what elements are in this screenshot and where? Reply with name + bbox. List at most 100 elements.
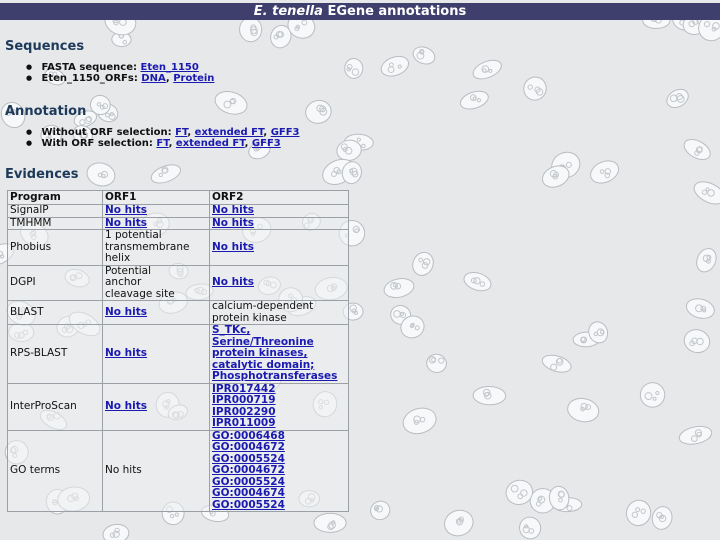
cell-blob <box>402 407 437 435</box>
orf2-link[interactable]: S_TKc, <box>212 324 346 337</box>
program-cell: Phobius <box>7 229 103 266</box>
column-header-orf2: ORF2 <box>209 190 349 205</box>
cell-blob <box>696 248 717 273</box>
cell-blob <box>625 499 652 527</box>
orf2-link[interactable]: IPR000719 <box>212 394 346 407</box>
cell-blob <box>567 397 600 423</box>
orf1-text: 1 potential <box>105 229 162 241</box>
cell-blob <box>344 57 364 79</box>
orf2-link[interactable]: No hits <box>212 217 346 230</box>
table-header-row: Program ORF1 ORF2 <box>7 190 349 205</box>
list-item: Eten_1150_ORFs: DNA, Protein <box>26 73 214 84</box>
orf2-text: protein kinase <box>212 311 287 324</box>
without-orf-ft-link[interactable]: FT <box>175 127 187 138</box>
cell-blob <box>678 425 713 445</box>
cell-blob <box>412 46 436 65</box>
orf2-cell: calcium-dependent protein kinase <box>209 300 349 325</box>
orf2-cell: No hits <box>209 216 349 230</box>
orf1-text: helix <box>105 252 131 264</box>
orf2-cell: No hits <box>209 229 349 266</box>
program-cell: TMHMM <box>7 216 103 230</box>
cell-blob <box>383 278 415 299</box>
cell-blob <box>685 298 715 319</box>
page-title-bar: E. tenella EGene annotations <box>0 3 720 20</box>
orf1-link[interactable]: No hits <box>105 204 207 217</box>
table-row: BLAST No hits calcium-dependent protein kin… <box>7 300 349 325</box>
orf2-link[interactable]: IPR011009 <box>212 417 346 430</box>
cell-blob <box>239 16 263 43</box>
orf1-link[interactable]: No hits <box>105 400 207 413</box>
cell-blob <box>639 382 666 408</box>
orf2-link[interactable]: GO:0004672 <box>212 464 346 477</box>
cell-blob <box>305 99 332 124</box>
cell-blob <box>541 354 572 373</box>
orf1-cell: No hits <box>102 324 210 384</box>
orf2-link[interactable]: No hits <box>212 204 346 217</box>
cell-blob <box>519 516 542 540</box>
orf2-link[interactable]: GO:0004674 <box>212 487 346 500</box>
program-cell: GO terms <box>7 429 103 512</box>
list-item: Without ORF selection: FT, extended FT, … <box>26 127 300 138</box>
eten-1150-fasta-link[interactable]: Eten_1150 <box>140 62 198 73</box>
orf1-link[interactable]: No hits <box>105 217 207 230</box>
page-title-italic: E. tenella <box>253 4 323 19</box>
orf1-cell: No hits <box>102 429 210 512</box>
orf2-link[interactable]: No hits <box>212 241 346 254</box>
cell-blob <box>523 76 547 101</box>
page-title-rest: EGene annotations <box>322 4 467 19</box>
cell-blob <box>426 353 447 373</box>
orf1-cell: 1 potential transmembrane helix <box>102 229 210 266</box>
cell-blob <box>412 251 434 276</box>
annotation-list: Without ORF selection: FT, extended FT, … <box>26 127 300 149</box>
cell-blob <box>683 329 711 354</box>
orf1-cell: No hits <box>102 300 210 325</box>
program-cell: DGPI <box>7 264 103 301</box>
orf1-cell: No hits <box>102 204 210 218</box>
dna-link[interactable]: DNA <box>141 73 166 84</box>
table-row: GO terms No hits GO:0006468 GO:0004672 GO:00… <box>7 429 349 512</box>
program-cell: SignalP <box>7 204 103 218</box>
cell-blob <box>214 91 248 115</box>
table-row: DGPI Potential anchor cleavage site No hits <box>7 264 349 301</box>
orf2-link[interactable]: GO:0005524 <box>212 499 346 512</box>
with-orf-gff3-link[interactable]: GFF3 <box>252 138 281 149</box>
cell-blob <box>313 512 347 533</box>
cell-blob <box>590 160 620 184</box>
orf2-link[interactable]: Phosphotransferases <box>212 370 346 383</box>
orf2-cell: GO:0006468 GO:0004672 GO:0005524 GO:0004672… <box>209 429 349 512</box>
orf2-cell: S_TKc, Serine/Threonine protein kinases, ca… <box>209 324 349 384</box>
without-orf-gff3-link[interactable]: GFF3 <box>271 127 300 138</box>
protein-link[interactable]: Protein <box>173 73 214 84</box>
orf1-text: anchor <box>105 276 142 288</box>
table-row: InterProScan No hits IPR017442 IPR000719 IPR… <box>7 382 349 431</box>
table-row: RPS-BLAST No hits S_TKc, Serine/Threonine pr… <box>7 324 349 384</box>
orf1-link[interactable]: No hits <box>105 347 207 360</box>
table-row: TMHMM No hits No hits <box>7 216 349 230</box>
without-orf-extended-ft-link[interactable]: extended FT <box>195 127 264 138</box>
cell-blob <box>651 506 673 530</box>
orf1-text: cleavage site <box>105 287 175 300</box>
list-item: With ORF selection: FT, extended FT, GFF… <box>26 138 300 149</box>
sequences-heading: Sequences <box>5 39 85 54</box>
cell-blob <box>683 138 711 161</box>
cell-blob <box>370 500 391 521</box>
cell-blob <box>86 162 116 187</box>
orf1-text: No hits <box>105 464 142 476</box>
orf2-cell: IPR017442 IPR000719 IPR002290 IPR011009 <box>209 382 349 431</box>
annotation-heading: Annotation <box>5 104 87 119</box>
program-cell: RPS-BLAST <box>7 324 103 384</box>
orf1-link[interactable]: No hits <box>105 306 207 319</box>
program-cell: BLAST <box>7 300 103 325</box>
program-cell: InterProScan <box>7 382 103 431</box>
evidences-heading: Evidences <box>5 167 79 182</box>
cell-blob <box>150 164 181 184</box>
orf2-link[interactable]: protein kinases, <box>212 347 346 360</box>
cell-blob <box>380 55 410 77</box>
cell-blob <box>693 181 720 205</box>
with-orf-ft-link[interactable]: FT <box>156 138 168 149</box>
cell-blob <box>472 59 502 80</box>
orf1-cell: No hits <box>102 382 210 431</box>
orf2-link[interactable]: No hits <box>212 276 346 289</box>
with-orf-extended-ft-link[interactable]: extended FT <box>176 138 245 149</box>
orf2-link[interactable]: GO:0004672 <box>212 441 346 454</box>
